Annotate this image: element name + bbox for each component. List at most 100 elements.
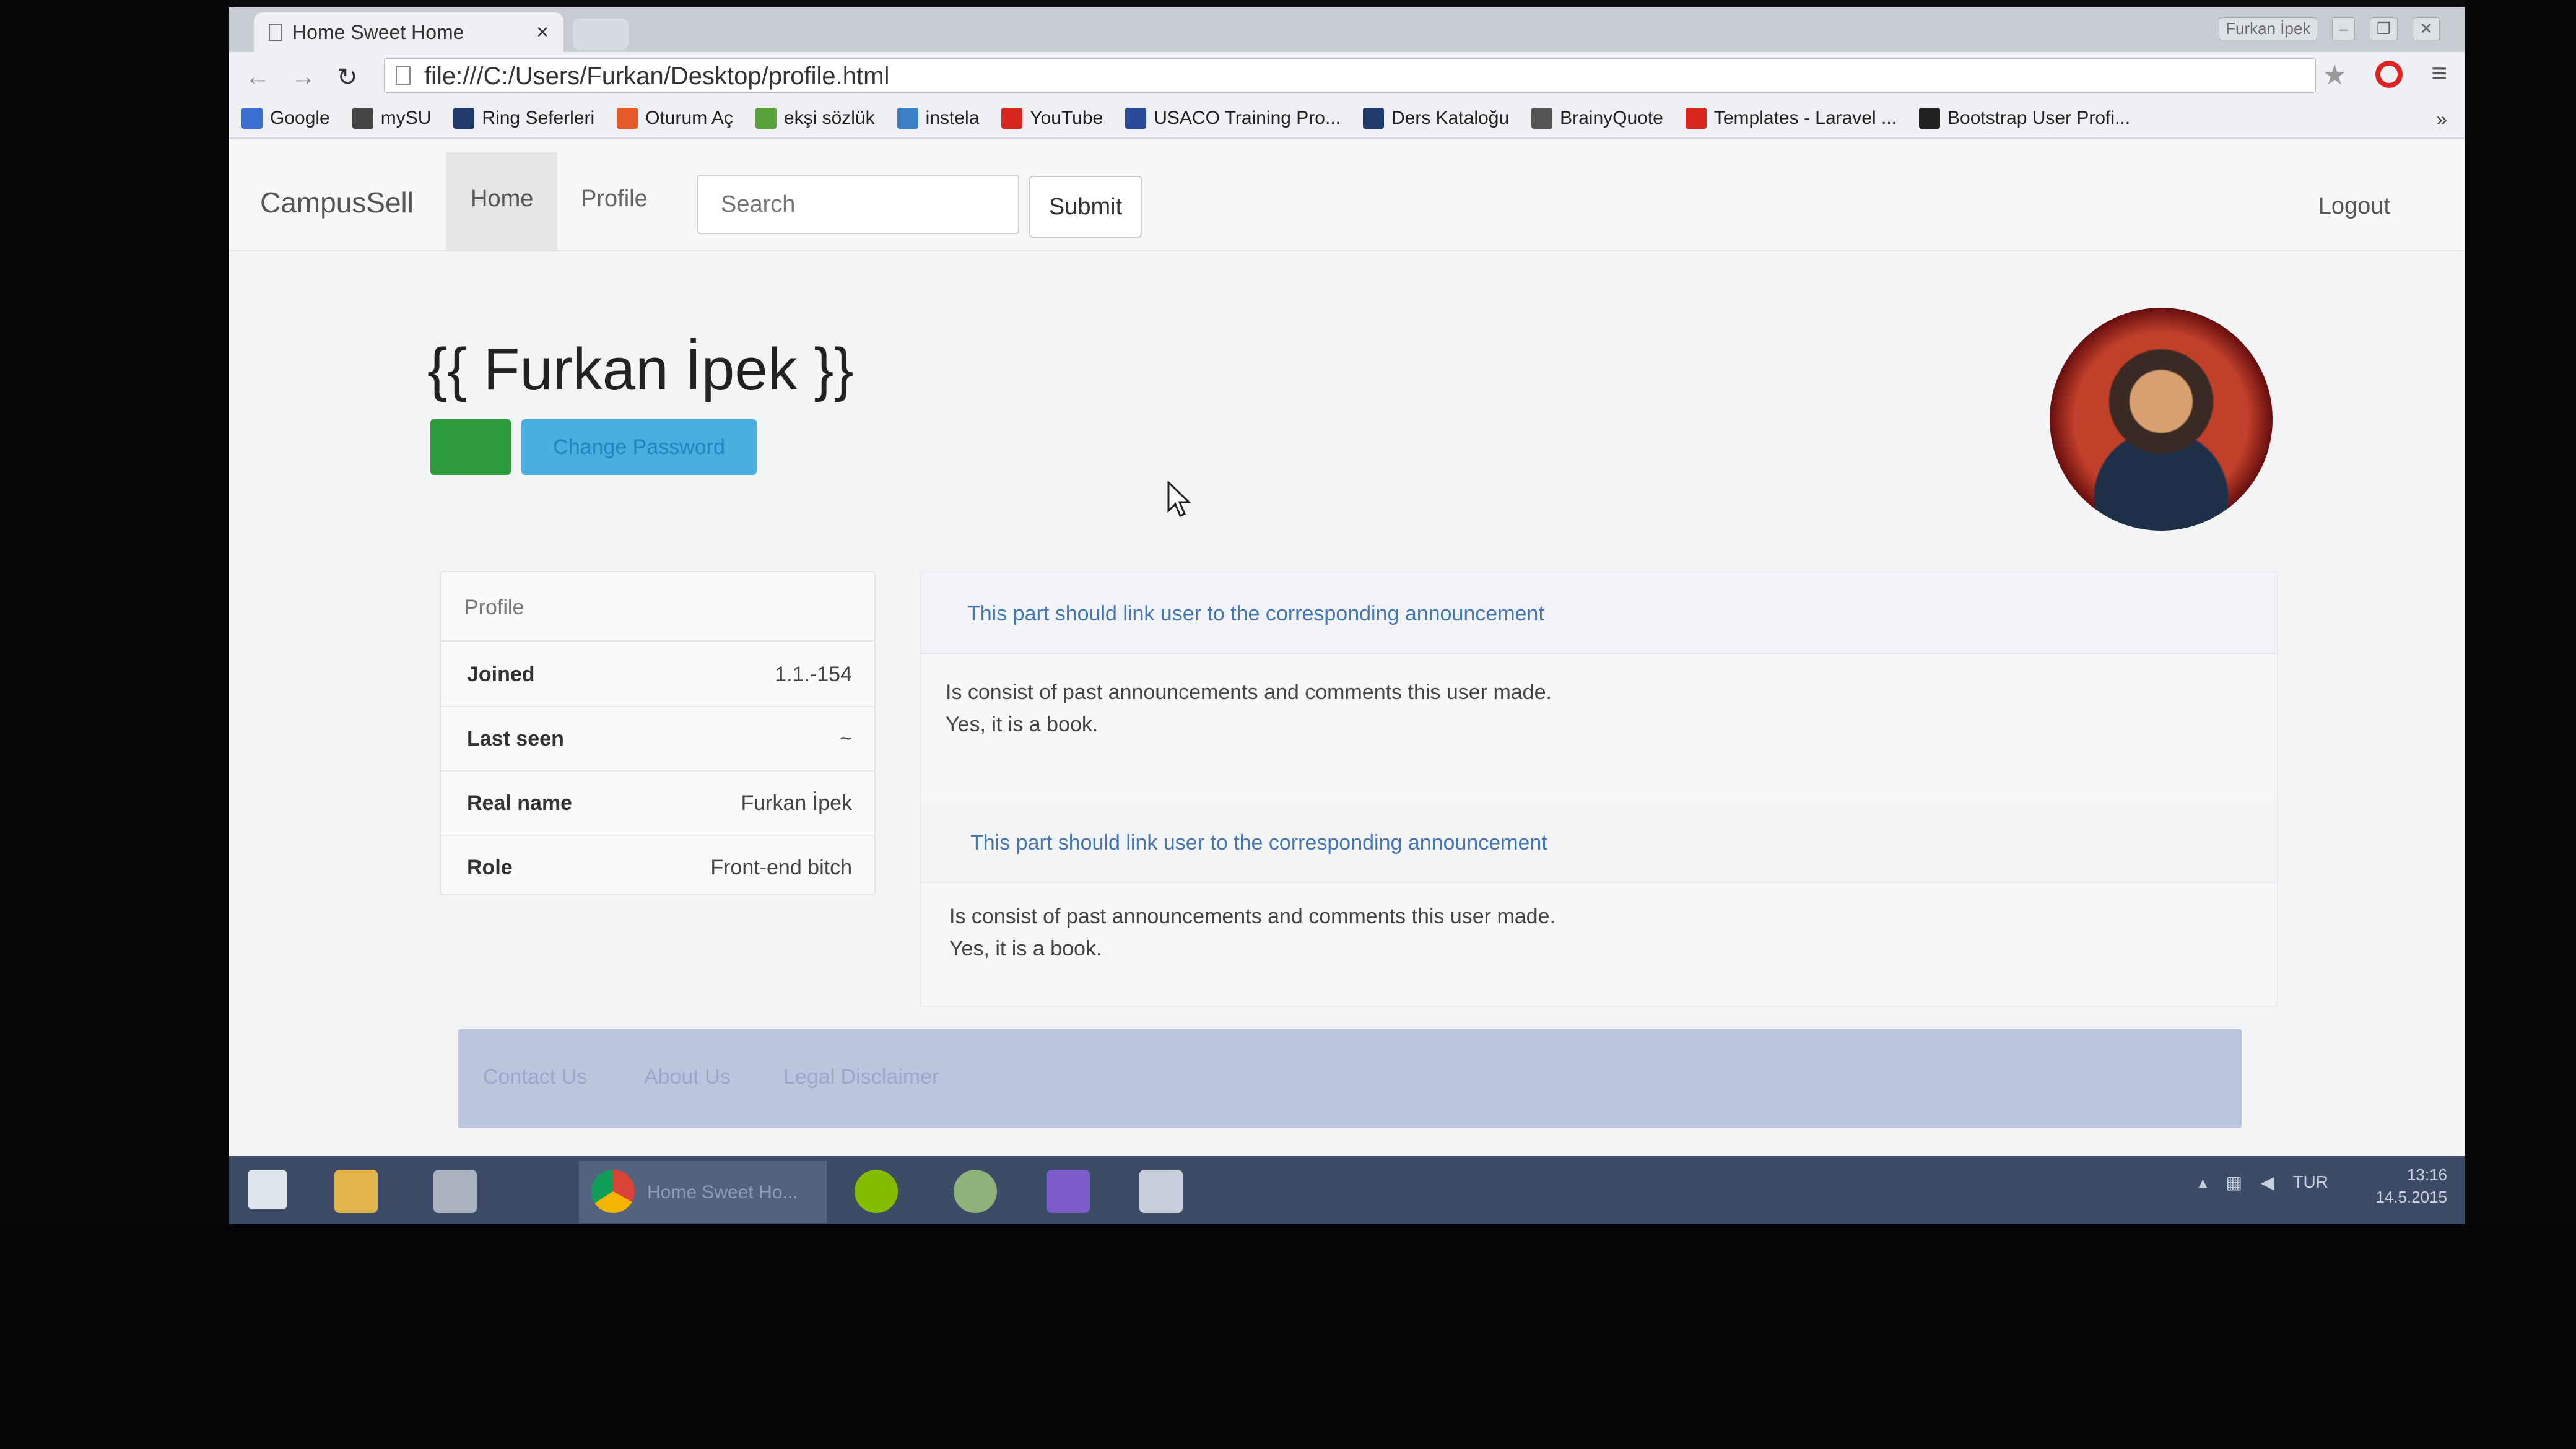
tab-title: Home Sweet Home <box>292 20 464 43</box>
bookmark-star-icon[interactable]: ★ <box>2323 59 2347 91</box>
nav-home-label: Home <box>471 186 534 212</box>
system-tray: ▴ ▦ ◀ TUR <box>2198 1172 2328 1193</box>
footer-legal-link[interactable]: Legal Disclaimer <box>783 1065 939 1089</box>
bookmarks-bar: Google mySU Ring Seferleri Oturum Aç ekş… <box>229 99 2465 139</box>
reload-icon[interactable]: ↻ <box>337 63 358 92</box>
back-icon[interactable]: ← <box>245 63 270 91</box>
bookmark-ders-katalogu[interactable]: Ders Kataloğu <box>1363 108 1509 129</box>
close-window-icon[interactable]: ✕ <box>2413 17 2440 40</box>
windows-taskbar: Home Sweet Ho... ▴ ▦ ◀ TUR 13:16 14.5.20… <box>229 1156 2465 1224</box>
bookmark-eksi-sozluk[interactable]: ekşi sözlük <box>755 108 875 129</box>
tab-close-icon[interactable]: × <box>536 20 549 45</box>
announcement-header: This part should link user to the corres… <box>921 801 2277 883</box>
bookmark-label: Google <box>270 108 330 128</box>
taskbar-chrome-button[interactable]: Home Sweet Ho... <box>579 1161 827 1223</box>
user-badge[interactable]: Furkan İpek <box>2219 17 2318 40</box>
announcement-link[interactable]: This part should link user to the corres… <box>970 831 1547 855</box>
file-explorer-icon[interactable] <box>334 1170 378 1213</box>
profile-row-key: Joined <box>467 663 535 686</box>
profile-heading: {{ Furkan İpek }} <box>427 336 854 402</box>
brand-logo[interactable]: CampusSell <box>260 186 414 219</box>
site-navbar: CampusSell Home Profile Submit Logout <box>229 140 2465 251</box>
bookmark-label: mySU <box>380 108 432 128</box>
chrome-icon <box>591 1170 635 1213</box>
bookmark-oturum-ac[interactable]: Oturum Aç <box>617 108 733 129</box>
bookmark-label: BrainyQuote <box>1560 108 1663 128</box>
network-icon[interactable]: ▦ <box>2226 1172 2242 1193</box>
brainyquote-icon <box>1531 108 1553 129</box>
google-icon <box>242 108 263 129</box>
profile-row-key: Last seen <box>467 727 564 751</box>
profile-row-key: Real name <box>467 791 573 815</box>
browser-tab-strip: Home Sweet Home × Furkan İpek – ❐ ✕ <box>229 7 2465 52</box>
profile-row-value: Furkan İpek <box>741 791 852 815</box>
bookmark-bootstrap-user-profile[interactable]: Bootstrap User Profi... <box>1919 108 2130 129</box>
profile-row-joined: Joined 1.1.-154 <box>441 642 874 707</box>
extension-icon[interactable] <box>2375 61 2403 88</box>
address-text: file:///C:/Users/Furkan/Desktop/profile.… <box>424 63 890 90</box>
bookmark-label: YouTube <box>1030 108 1103 128</box>
nav-home[interactable]: Home <box>446 152 557 250</box>
bookmark-youtube[interactable]: YouTube <box>1001 108 1103 129</box>
browser-tab[interactable]: Home Sweet Home × <box>254 12 564 52</box>
laravel-icon <box>1685 108 1707 129</box>
su-icon <box>1363 108 1384 129</box>
app-icon[interactable] <box>433 1170 477 1213</box>
announcement-text: Yes, it is a book. <box>949 937 1102 960</box>
profile-row-role: Role Front-end bitch <box>441 835 874 899</box>
announcement-body: Is consist of past announcements and com… <box>946 676 1552 741</box>
android-studio-icon[interactable] <box>954 1170 997 1213</box>
profile-row-value: 1.1.-154 <box>775 663 852 686</box>
mysu-icon <box>352 108 373 129</box>
window-controls: Furkan İpek – ❐ ✕ <box>2219 17 2440 40</box>
tray-expand-icon[interactable]: ▴ <box>2198 1172 2207 1193</box>
su-icon <box>453 108 475 129</box>
new-tab-button[interactable] <box>573 19 629 50</box>
volume-icon[interactable]: ◀ <box>2261 1172 2274 1193</box>
bookmark-ring-seferleri[interactable]: Ring Seferleri <box>453 108 594 129</box>
announcement-text: Yes, it is a book. <box>946 713 1099 736</box>
start-icon[interactable] <box>248 1170 287 1209</box>
search-input[interactable] <box>697 175 1019 234</box>
browser-menu-icon[interactable]: ≡ <box>2431 58 2447 89</box>
bookmark-label: Bootstrap User Profi... <box>1947 108 2131 128</box>
edit-button[interactable]: Edit <box>430 419 511 475</box>
change-password-button[interactable]: Change Password <box>521 419 757 475</box>
browser-toolbar: ← → ↻ file:///C:/Users/Furkan/Desktop/pr… <box>229 52 2465 99</box>
bookmark-label: Ders Kataloğu <box>1391 108 1510 128</box>
bookmark-usaco[interactable]: USACO Training Pro... <box>1125 108 1341 129</box>
clock-date: 14.5.2015 <box>2375 1188 2447 1206</box>
nav-profile[interactable]: Profile <box>581 186 648 212</box>
announcement-link[interactable]: This part should link user to the corres… <box>967 602 1544 626</box>
maximize-icon[interactable]: ❐ <box>2369 17 2398 40</box>
bookmark-templates-laravel[interactable]: Templates - Laravel ... <box>1685 108 1897 129</box>
bookmark-google[interactable]: Google <box>242 108 330 129</box>
spotify-icon[interactable] <box>855 1170 898 1213</box>
microsoft-icon <box>617 108 638 129</box>
bookmark-instela[interactable]: instela <box>897 108 979 129</box>
bookmark-brainyquote[interactable]: BrainyQuote <box>1531 108 1663 129</box>
submit-button[interactable]: Submit <box>1029 176 1142 238</box>
sublime-icon[interactable] <box>1139 1170 1183 1213</box>
profile-row-value: ~ <box>840 727 852 751</box>
forward-icon[interactable]: → <box>291 63 316 91</box>
minimize-icon[interactable]: – <box>2332 17 2355 40</box>
address-bar[interactable]: file:///C:/Users/Furkan/Desktop/profile.… <box>384 58 2316 93</box>
instela-icon <box>897 108 918 129</box>
footer-about-link[interactable]: About Us <box>644 1065 731 1089</box>
page-icon <box>269 24 282 41</box>
announcement-text: Is consist of past announcements and com… <box>946 681 1552 704</box>
clock[interactable]: 13:16 14.5.2015 <box>2375 1164 2447 1208</box>
visual-studio-icon[interactable] <box>1046 1170 1090 1213</box>
language-indicator[interactable]: TUR <box>2292 1172 2328 1193</box>
usaco-icon <box>1125 108 1147 129</box>
bookmark-label: Oturum Aç <box>645 108 733 128</box>
profile-card: Profile Joined 1.1.-154 Last seen ~ Real… <box>440 571 876 895</box>
bookmark-label: ekşi sözlük <box>783 108 875 128</box>
logout-link[interactable]: Logout <box>2318 193 2390 220</box>
avatar <box>2050 308 2273 531</box>
bookmark-mysu[interactable]: mySU <box>352 108 432 129</box>
eksi-icon <box>755 108 777 129</box>
bookmarks-overflow-icon[interactable]: » <box>2436 108 2447 131</box>
footer-contact-link[interactable]: Contact Us <box>483 1065 587 1089</box>
